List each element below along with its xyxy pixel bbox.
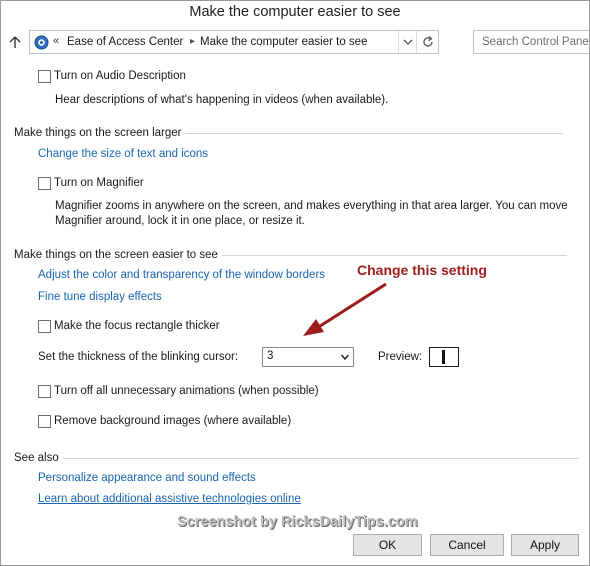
focus-rectangle-option[interactable]: Make the focus rectangle thicker: [38, 318, 220, 334]
section-larger-heading: Make things on the screen larger: [14, 127, 182, 139]
refresh-icon[interactable]: [416, 31, 438, 53]
audio-description-checkbox[interactable]: [38, 69, 51, 83]
background-images-checkbox[interactable]: [38, 414, 51, 428]
link-personalize[interactable]: Personalize appearance and sound effects: [38, 472, 256, 484]
section-easier: Make things on the screen easier to see: [14, 248, 567, 262]
magnifier-option[interactable]: Turn on Magnifier: [38, 175, 144, 191]
breadcrumb-arrow-icon[interactable]: ▸: [190, 36, 195, 47]
magnifier-description-line-1: Magnifier zooms in anywhere on the scree…: [55, 200, 568, 212]
magnifier-label[interactable]: Turn on Magnifier: [54, 177, 144, 189]
magnifier-description-line-2: Magnifier around, lock it in one place, …: [55, 215, 305, 227]
watermark-text: Screenshot by RicksDailyTips.com: [177, 514, 418, 530]
section-easier-heading: Make things on the screen easier to see: [14, 249, 218, 261]
control-panel-icon: [34, 35, 49, 50]
background-images-label[interactable]: Remove background images (where availabl…: [54, 415, 291, 427]
preview-label: Preview:: [378, 351, 423, 363]
link-assistive-technologies[interactable]: Learn about additional assistive technol…: [38, 493, 301, 505]
address-dropdown-icon[interactable]: [398, 31, 416, 53]
cursor-thickness-dropdown[interactable]: 3: [262, 347, 354, 367]
annotation-text: Change this setting: [357, 262, 487, 278]
breadcrumb-overflow-icon[interactable]: «: [53, 35, 59, 47]
magnifier-checkbox[interactable]: [38, 176, 51, 190]
dialog-footer: Screenshot by RicksDailyTips.com OK Canc…: [1, 514, 589, 565]
link-change-text-size[interactable]: Change the size of text and icons: [38, 148, 208, 160]
cursor-preview-bar: [442, 350, 445, 364]
up-arrow-icon[interactable]: [7, 34, 23, 50]
audio-description-option[interactable]: Turn on Audio Description: [38, 68, 186, 84]
navigation-bar: « Ease of Access Center ▸ Make the compu…: [1, 29, 589, 55]
address-bar[interactable]: « Ease of Access Center ▸ Make the compu…: [29, 30, 439, 54]
settings-content: Turn on Audio Description Hear descripti…: [1, 61, 589, 527]
animations-option[interactable]: Turn off all unnecessary animations (whe…: [38, 383, 319, 399]
cursor-preview: [429, 347, 459, 367]
ok-button[interactable]: OK: [353, 534, 422, 556]
search-input[interactable]: Search Control Panel: [473, 30, 589, 54]
cursor-thickness-value: 3: [267, 350, 274, 362]
section-see-also: See also: [14, 451, 579, 465]
chevron-down-icon[interactable]: [340, 352, 350, 362]
section-see-also-heading: See also: [14, 452, 59, 464]
audio-description-label[interactable]: Turn on Audio Description: [54, 70, 186, 82]
cursor-thickness-label: Set the thickness of the blinking cursor…: [38, 351, 239, 363]
window-title: Make the computer easier to see: [1, 1, 589, 25]
background-images-option[interactable]: Remove background images (where availabl…: [38, 413, 291, 429]
link-fine-tune-display[interactable]: Fine tune display effects: [38, 291, 162, 303]
audio-description-text: Hear descriptions of what's happening in…: [55, 94, 389, 106]
cancel-button[interactable]: Cancel: [430, 534, 504, 556]
section-divider: [185, 132, 564, 134]
section-larger: Make things on the screen larger: [14, 126, 564, 140]
section-divider: [221, 254, 567, 256]
apply-button[interactable]: Apply: [511, 534, 579, 556]
section-divider: [62, 457, 579, 459]
breadcrumb-ease-of-access[interactable]: Ease of Access Center: [67, 36, 183, 48]
focus-rectangle-checkbox[interactable]: [38, 319, 51, 333]
animations-label[interactable]: Turn off all unnecessary animations (whe…: [54, 385, 319, 397]
link-adjust-window-borders[interactable]: Adjust the color and transparency of the…: [38, 269, 325, 281]
animations-checkbox[interactable]: [38, 384, 51, 398]
focus-rectangle-label[interactable]: Make the focus rectangle thicker: [54, 320, 220, 332]
breadcrumb-current-page[interactable]: Make the computer easier to see: [200, 36, 367, 48]
